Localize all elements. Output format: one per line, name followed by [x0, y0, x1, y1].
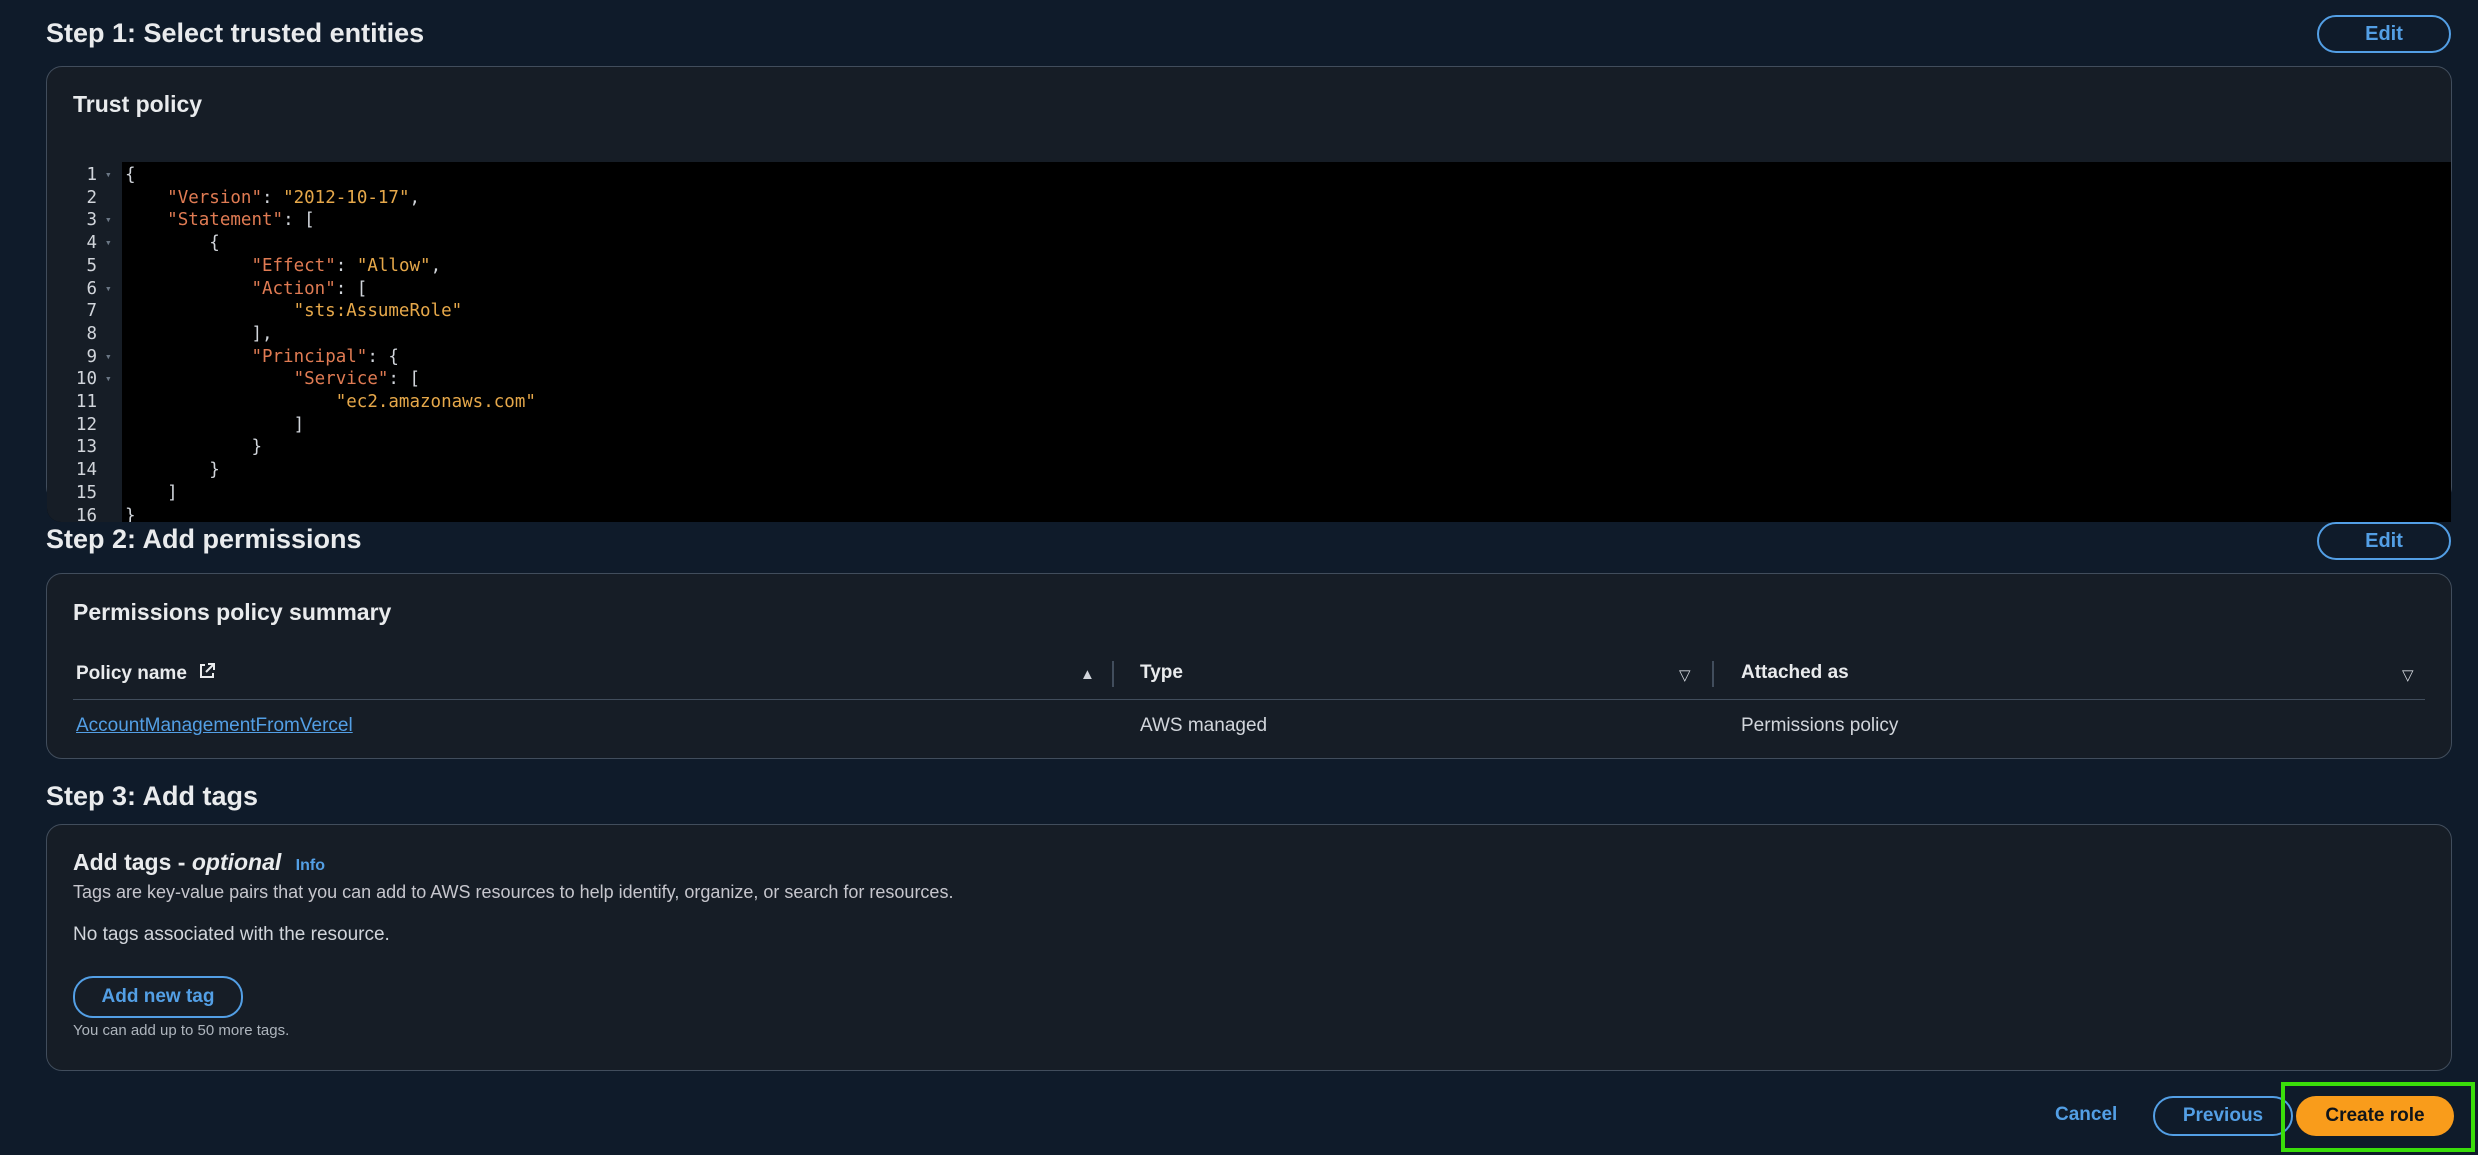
code-line: 8 ],	[47, 324, 2451, 347]
code-line: 3 ▾ "Statement": [	[47, 210, 2451, 233]
code-text: {	[125, 165, 136, 185]
code-text: "ec2.amazonaws.com"	[335, 392, 536, 412]
attached-as-cell: Permissions policy	[1741, 715, 1899, 736]
policy-type-cell: AWS managed	[1140, 715, 1268, 736]
step1-edit-button[interactable]: Edit	[2317, 15, 2451, 53]
code-text: {	[209, 233, 220, 254]
step1-title: Step 1: Select trusted entities	[46, 18, 425, 48]
sort-down-icon[interactable]: ▽	[1679, 666, 1691, 684]
code-line: 4 ▾ {	[47, 233, 2451, 256]
fold-arrow-icon[interactable]: ▾	[105, 372, 112, 385]
fold-arrow-icon[interactable]: ▾	[105, 282, 112, 295]
step2-edit-button[interactable]: Edit	[2317, 522, 2451, 560]
permissions-summary-title: Permissions policy summary	[73, 599, 392, 625]
sort-ascending-icon[interactable]: ▲	[1080, 666, 1095, 683]
line-number: 1	[86, 165, 97, 185]
code-line: 12 ]	[47, 415, 2451, 438]
line-number: 9	[86, 346, 97, 367]
trust-policy-title: Trust policy	[73, 91, 203, 117]
tags-description: Tags are key-value pairs that you can ad…	[73, 882, 954, 902]
add-new-tag-button[interactable]: Add new tag	[73, 976, 243, 1018]
code-line: 7 "sts:AssumeRole"	[47, 301, 2451, 324]
fold-arrow-icon[interactable]: ▾	[105, 213, 112, 226]
code-text: "Statement": [	[167, 210, 315, 231]
fold-arrow-icon[interactable]: ▾	[105, 350, 112, 363]
code-line: 5 "Effect": "Allow",	[47, 256, 2451, 279]
line-number: 15	[75, 482, 97, 503]
line-number: 11	[75, 392, 97, 412]
column-label-policy-name: Policy name	[76, 663, 187, 685]
code-line: 14 }	[47, 460, 2451, 483]
code-text: "sts:AssumeRole"	[293, 301, 463, 322]
code-line: 1 ▾ {	[47, 165, 2451, 188]
code-line: 11 "ec2.amazonaws.com"	[47, 392, 2451, 415]
code-text: "Effect": "Allow",	[251, 255, 442, 276]
code-text: }	[125, 505, 136, 523]
code-text: ]	[167, 482, 178, 503]
add-tags-title-text: Add tags -	[73, 849, 192, 875]
previous-button[interactable]: Previous	[2153, 1096, 2293, 1136]
code-text: "Principal": {	[251, 346, 399, 367]
create-role-button[interactable]: Create role	[2296, 1096, 2454, 1136]
column-divider	[1112, 661, 1114, 687]
line-number: 5	[86, 255, 97, 276]
line-number: 7	[86, 301, 97, 322]
line-number: 4	[86, 233, 97, 254]
column-header-policy-name[interactable]: Policy name	[76, 662, 216, 686]
column-divider	[1712, 661, 1714, 687]
code-line: 9 ▾ "Principal": {	[47, 347, 2451, 370]
info-link[interactable]: Info	[296, 857, 325, 874]
column-header-type[interactable]: Type	[1140, 662, 1183, 684]
code-line: 13 }	[47, 437, 2451, 460]
line-number: 13	[75, 437, 97, 458]
code-line: 6 ▾ "Action": [	[47, 279, 2451, 302]
permissions-summary-panel: Permissions policy summary Policy name ▲…	[46, 573, 2452, 759]
code-text: ]	[293, 414, 305, 435]
external-link-icon	[198, 662, 216, 686]
trust-policy-panel: Trust policy 1 ▾ {2 "Version": "2012-10-17…	[46, 66, 2452, 522]
line-number: 6	[86, 278, 97, 299]
cancel-button[interactable]: Cancel	[2055, 1104, 2117, 1126]
add-tags-panel: Add tags - optional Info Tags are key-va…	[46, 824, 2452, 1071]
sort-down-icon[interactable]: ▽	[2402, 666, 2414, 684]
code-line: 16}	[47, 506, 2451, 523]
line-number: 3	[86, 210, 97, 231]
step3-title: Step 3: Add tags	[46, 781, 259, 811]
code-text: "Action": [	[251, 278, 368, 299]
policy-name-link[interactable]: AccountManagementFromVercel	[76, 715, 353, 737]
no-tags-text: No tags associated with the resource.	[73, 924, 390, 945]
line-number: 12	[75, 414, 97, 435]
table-header-divider	[73, 699, 2425, 700]
line-number: 8	[86, 323, 97, 344]
code-line: 15 ]	[47, 483, 2451, 506]
line-number: 16	[75, 505, 97, 523]
column-header-attached-as[interactable]: Attached as	[1741, 662, 1849, 684]
line-number: 14	[75, 460, 97, 481]
fold-arrow-icon[interactable]: ▾	[105, 168, 112, 181]
line-number: 10	[75, 369, 97, 390]
code-text: "Version": "2012-10-17",	[167, 187, 421, 208]
add-tags-title: Add tags - optional Info	[73, 849, 325, 876]
code-text: }	[209, 460, 220, 481]
trust-policy-code-editor[interactable]: 1 ▾{2 "Version": "2012-10-17", 3 ▾ "Stateme…	[47, 162, 2451, 522]
tag-limit-text: You can add up to 50 more tags.	[73, 1022, 290, 1039]
code-text: }	[251, 437, 262, 458]
code-line: 10 ▾ "Service": [	[47, 369, 2451, 392]
code-text: ],	[251, 323, 273, 344]
code-text: "Service": [	[293, 369, 421, 390]
add-tags-optional: optional	[191, 849, 282, 875]
code-line: 2 "Version": "2012-10-17",	[47, 188, 2451, 211]
step2-title: Step 2: Add permissions	[46, 524, 362, 554]
line-number: 2	[86, 187, 97, 208]
fold-arrow-icon[interactable]: ▾	[105, 236, 112, 249]
